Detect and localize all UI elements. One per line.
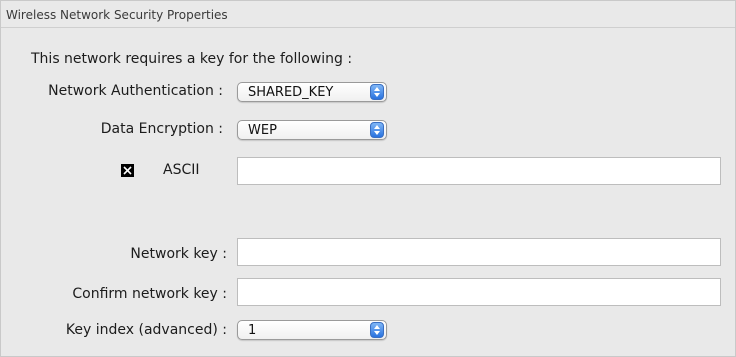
- encryption-label: Data Encryption :: [100, 121, 223, 137]
- intro-text: This network requires a key for the foll…: [31, 51, 353, 67]
- check-x-icon: [123, 166, 132, 175]
- ascii-checkbox[interactable]: [121, 164, 134, 177]
- confirm-key-label: Confirm network key :: [72, 286, 227, 302]
- key-index-value: 1: [248, 323, 257, 338]
- network-key-field[interactable]: [237, 238, 721, 266]
- auth-value: SHARED_KEY: [248, 85, 334, 100]
- key-index-select[interactable]: 1: [237, 320, 387, 340]
- key-index-label: Key index (advanced) :: [65, 322, 227, 338]
- security-properties-panel: Wireless Network Security Properties Thi…: [0, 0, 736, 357]
- encryption-select[interactable]: WEP: [237, 120, 387, 140]
- updown-arrows-icon: [370, 322, 384, 338]
- updown-arrows-icon: [370, 122, 384, 138]
- auth-label: Network Authentication :: [48, 83, 223, 99]
- ascii-label: ASCII: [163, 162, 200, 178]
- encryption-value: WEP: [248, 123, 277, 138]
- updown-arrows-icon: [370, 84, 384, 100]
- title-divider: [1, 27, 735, 28]
- ascii-field[interactable]: [237, 157, 721, 185]
- panel-title: Wireless Network Security Properties: [6, 8, 228, 22]
- confirm-key-field[interactable]: [237, 278, 721, 306]
- auth-select[interactable]: SHARED_KEY: [237, 82, 387, 102]
- network-key-label: Network key :: [130, 246, 227, 262]
